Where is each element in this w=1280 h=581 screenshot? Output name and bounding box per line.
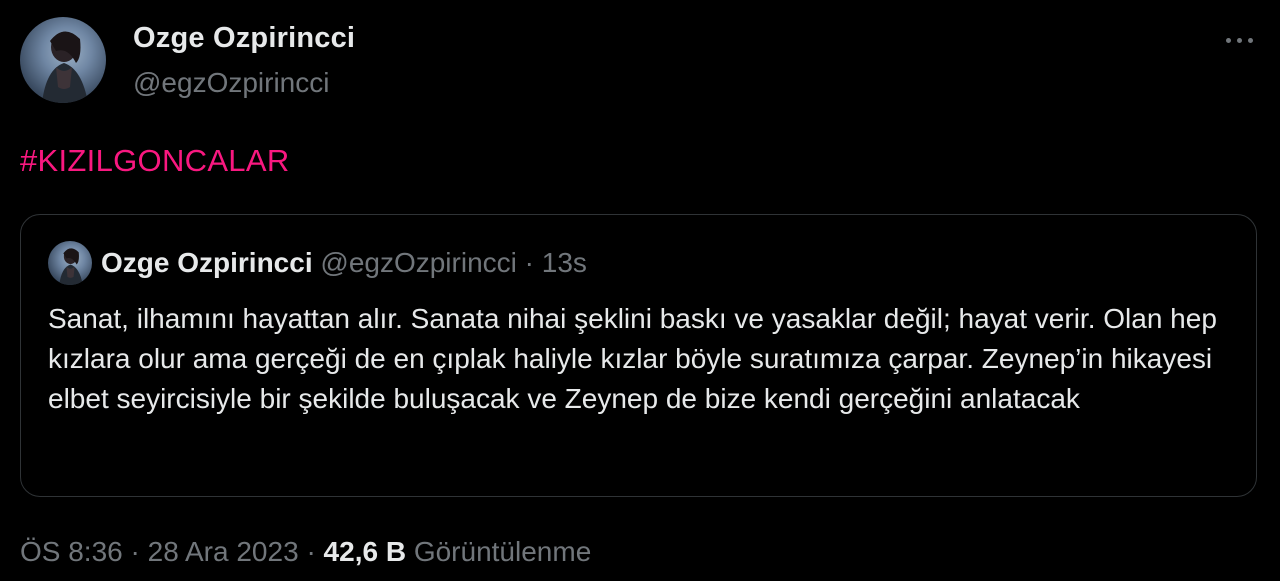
quoted-header: Ozge Ozpirincci @egzOzpirincci · 13s [101, 247, 587, 279]
author-handle[interactable]: @egzOzpirincci [133, 67, 329, 99]
quoted-author-handle[interactable]: @egzOzpirincci [320, 247, 516, 278]
more-horizontal-icon [1248, 38, 1253, 43]
tweet: Ozge Ozpirincci @egzOzpirincci #KIZILGON… [0, 0, 1280, 581]
views-count: 42,6 B [323, 536, 407, 567]
more-options-button[interactable] [1220, 22, 1260, 56]
views-label: Görüntülenme [413, 536, 592, 567]
quoted-tweet-text: Sanat, ilhamını hayattan alır. Sanata ni… [48, 303, 1217, 414]
tweet-metadata: ÖS 8:36 · 28 Ara 2023 · 42,6 B Görüntüle… [20, 536, 591, 568]
meta-separator: · [130, 536, 140, 567]
author-name[interactable]: Ozge Ozpirincci [133, 22, 355, 55]
author-avatar[interactable] [20, 17, 106, 103]
quoted-author-name[interactable]: Ozge Ozpirincci [101, 247, 313, 278]
quoted-author-avatar[interactable] [48, 241, 92, 285]
more-horizontal-icon [1226, 38, 1231, 43]
more-horizontal-icon [1237, 38, 1242, 43]
quoted-separator: · [524, 247, 534, 278]
avatar-photo-icon [42, 31, 88, 103]
tweet-date[interactable]: 28 Ara 2023 [148, 536, 299, 567]
meta-separator: · [306, 536, 316, 567]
tweet-time[interactable]: ÖS 8:36 [20, 536, 123, 567]
avatar-photo-icon [59, 248, 83, 285]
quoted-timestamp[interactable]: 13s [542, 247, 587, 278]
hashtag-link[interactable]: #KIZILGONCALAR [20, 143, 290, 179]
quoted-tweet[interactable]: Ozge Ozpirincci @egzOzpirincci · 13s San… [20, 214, 1257, 497]
